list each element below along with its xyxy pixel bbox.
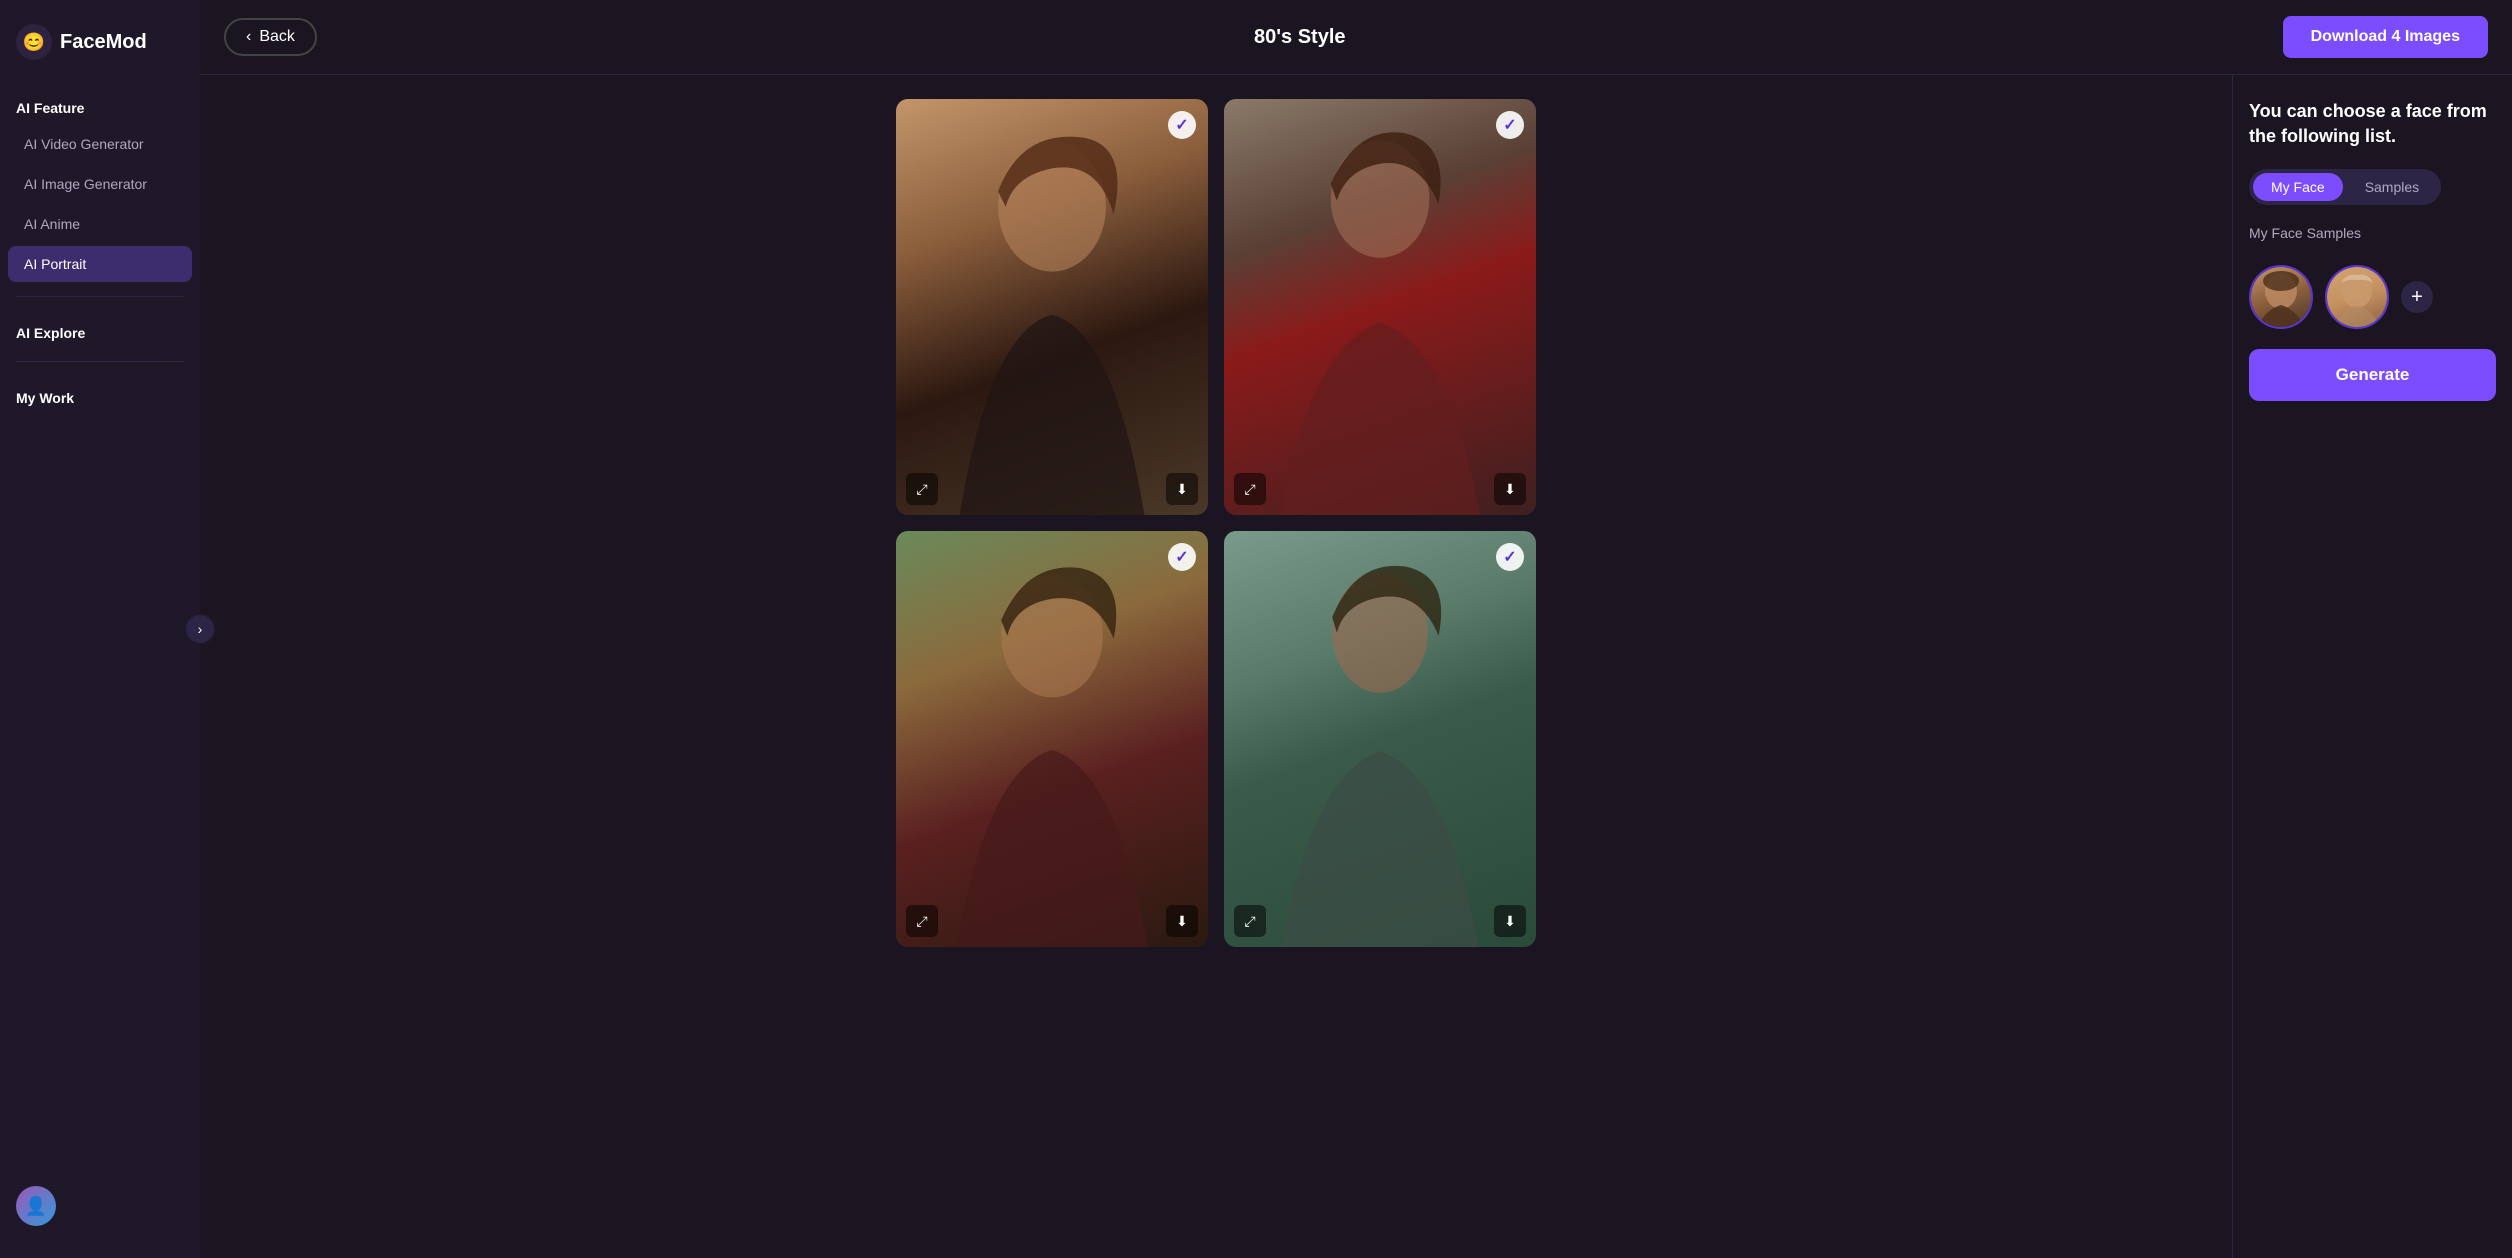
content-area: ✓ ⤢ ⬇ ✓ — [200, 75, 2512, 1258]
portrait-silhouette-2 — [1224, 99, 1536, 515]
sidebar-item-ai-image-generator[interactable]: AI Image Generator — [8, 166, 192, 202]
check-badge-3: ✓ — [1168, 543, 1196, 571]
portrait-silhouette-4 — [1224, 531, 1536, 947]
panel-description: You can choose a face from the following… — [2249, 99, 2496, 149]
image-card-2[interactable]: ✓ ⤢ ⬇ — [1224, 99, 1536, 515]
image-card-3[interactable]: ✓ ⤢ ⬇ — [896, 531, 1208, 947]
face-avatar-image-1 — [2251, 267, 2311, 327]
face-avatar-2[interactable] — [2325, 265, 2389, 329]
face-samples-label: My Face Samples — [2249, 225, 2496, 241]
expand-button-1[interactable]: ⤢ — [906, 473, 938, 505]
right-panel: You can choose a face from the following… — [2232, 75, 2512, 1258]
tab-my-face[interactable]: My Face — [2253, 173, 2343, 201]
card-actions-1: ⤢ ⬇ — [906, 473, 1198, 505]
card-actions-4: ⤢ ⬇ — [1234, 905, 1526, 937]
sidebar-divider-2 — [16, 361, 184, 362]
main-content: ‹ Back 80's Style Download 4 Images — [200, 0, 2512, 1258]
face-tab-group: My Face Samples — [2249, 169, 2441, 205]
user-avatar[interactable]: 👤 — [16, 1186, 56, 1226]
check-badge-2: ✓ — [1496, 111, 1524, 139]
download-button-4[interactable]: ⬇ — [1494, 905, 1526, 937]
page-title: 80's Style — [1254, 26, 1345, 49]
expand-button-4[interactable]: ⤢ — [1234, 905, 1266, 937]
face-avatars-list: + — [2249, 265, 2496, 329]
portrait-silhouette-1 — [896, 99, 1208, 515]
download-button-1[interactable]: ⬇ — [1166, 473, 1198, 505]
image-placeholder-1 — [896, 99, 1208, 515]
expand-button-3[interactable]: ⤢ — [906, 905, 938, 937]
image-grid: ✓ ⤢ ⬇ ✓ — [896, 99, 1536, 947]
ai-feature-section-label: AI Feature — [0, 92, 200, 124]
collapse-sidebar-button[interactable]: › — [184, 613, 216, 645]
sidebar-divider-1 — [16, 296, 184, 297]
image-grid-area: ✓ ⤢ ⬇ ✓ — [200, 75, 2232, 1258]
sidebar: 😊 FaceMod AI Feature AI Video Generator … — [0, 0, 200, 1258]
image-placeholder-3 — [896, 531, 1208, 947]
card-actions-3: ⤢ ⬇ — [906, 905, 1198, 937]
portrait-silhouette-3 — [896, 531, 1208, 947]
image-placeholder-2 — [1224, 99, 1536, 515]
user-avatar-area: 👤 — [0, 1170, 200, 1242]
back-label: Back — [259, 28, 295, 46]
header: ‹ Back 80's Style Download 4 Images — [200, 0, 2512, 75]
sidebar-item-ai-video-generator[interactable]: AI Video Generator — [8, 126, 192, 162]
download-images-button[interactable]: Download 4 Images — [2283, 16, 2488, 58]
logo-area: 😊 FaceMod — [0, 16, 200, 84]
face-2-svg — [2327, 265, 2387, 329]
download-button-3[interactable]: ⬇ — [1166, 905, 1198, 937]
ai-explore-section-label: AI Explore — [0, 317, 200, 349]
image-card-4[interactable]: ✓ ⤢ ⬇ — [1224, 531, 1536, 947]
image-card-1[interactable]: ✓ ⤢ ⬇ — [896, 99, 1208, 515]
back-button[interactable]: ‹ Back — [224, 18, 317, 56]
expand-button-2[interactable]: ⤢ — [1234, 473, 1266, 505]
tab-samples[interactable]: Samples — [2347, 173, 2437, 201]
my-work-section-label[interactable]: My Work — [0, 382, 200, 414]
card-actions-2: ⤢ ⬇ — [1234, 473, 1526, 505]
sidebar-item-ai-anime[interactable]: AI Anime — [8, 206, 192, 242]
add-face-button[interactable]: + — [2401, 281, 2433, 313]
check-badge-4: ✓ — [1496, 543, 1524, 571]
face-avatar-image-2 — [2327, 267, 2387, 327]
check-badge-1: ✓ — [1168, 111, 1196, 139]
logo-icon: 😊 — [16, 24, 52, 60]
sidebar-item-ai-portrait[interactable]: AI Portrait — [8, 246, 192, 282]
logo-text: FaceMod — [60, 31, 147, 54]
chevron-left-icon: ‹ — [246, 28, 251, 46]
image-placeholder-4 — [1224, 531, 1536, 947]
face-avatar-1[interactable] — [2249, 265, 2313, 329]
generate-button[interactable]: Generate — [2249, 349, 2496, 401]
face-1-svg — [2251, 265, 2311, 329]
download-button-2[interactable]: ⬇ — [1494, 473, 1526, 505]
